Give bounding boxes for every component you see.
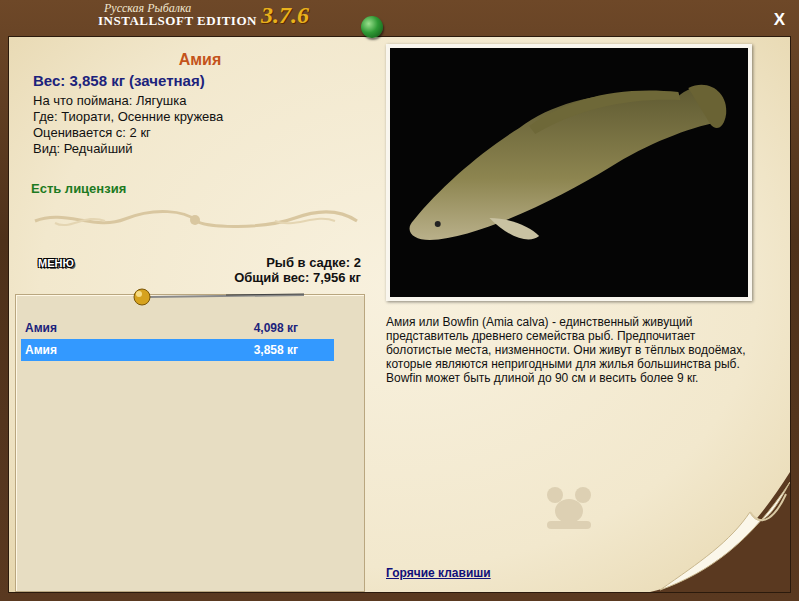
fish-detail: Где: Тиорати, Осенние кружева [33, 109, 367, 125]
catch-name: Амия [25, 319, 57, 337]
fish-info-window: Русская Рыбалка INSTALLSOFT EDITION 3.7.… [0, 0, 799, 601]
version-label: 3.7.6 [261, 3, 309, 27]
title-bar: Русская Рыбалка INSTALLSOFT EDITION 3.7.… [8, 0, 791, 36]
menu-button[interactable]: МЕНЮ [35, 256, 77, 271]
parchment-panel: Амия Вес: 3,858 кг (зачетная) На что пой… [8, 36, 791, 593]
logo-edition: INSTALLSOFT EDITION [98, 14, 257, 27]
catch-list: Амия 4,098 кг Амия 3,858 кг [15, 294, 365, 592]
license-status: Есть лицензия [31, 181, 367, 197]
left-column: Амия Вес: 3,858 кг (зачетная) На что пой… [9, 37, 371, 592]
close-button[interactable]: X [774, 11, 785, 28]
fish-photo [386, 44, 752, 301]
logo-title: Русская Рыбалка [98, 2, 257, 14]
mouse-watermark-icon [541, 485, 597, 535]
keepnet-total: Общий вес: 7,956 кг [234, 270, 361, 285]
fish-detail: Оценивается с: 2 кг [33, 125, 367, 141]
catch-weight: 4,098 кг [254, 319, 298, 337]
fish-detail: На что поймана: Лягушка [33, 93, 367, 109]
pushpin-icon [361, 16, 383, 38]
catch-weight: 3,858 кг [254, 341, 298, 359]
page-curl-icon [650, 472, 790, 592]
catch-row[interactable]: Амия 3,858 кг [21, 339, 334, 361]
catch-row[interactable]: Амия 4,098 кг [21, 317, 334, 339]
hotkeys-link[interactable]: Горячие клавиши [386, 566, 491, 580]
pin-icon [126, 287, 306, 307]
fish-icon [390, 48, 748, 297]
keepnet-summary: Рыб в садке: 2 МЕНЮ Общий вес: 7,956 кг [15, 255, 371, 289]
fish-detail: Вид: Редчайший [33, 141, 367, 157]
fish-info: Амия Вес: 3,858 кг (зачетная) На что пой… [15, 45, 371, 255]
catch-name: Амия [25, 341, 57, 359]
fish-description: Амия или Bowfin (Amia calva) - единствен… [386, 315, 752, 385]
fish-name: Амия [33, 49, 367, 71]
fish-details: На что поймана: ЛягушкаГде: Тиорати, Осе… [33, 93, 367, 157]
fish-weight: Вес: 3,858 кг (зачетная) [33, 71, 367, 91]
swirl-ornament-icon [25, 207, 365, 233]
game-logo: Русская Рыбалка INSTALLSOFT EDITION 3.7.… [98, 2, 309, 27]
